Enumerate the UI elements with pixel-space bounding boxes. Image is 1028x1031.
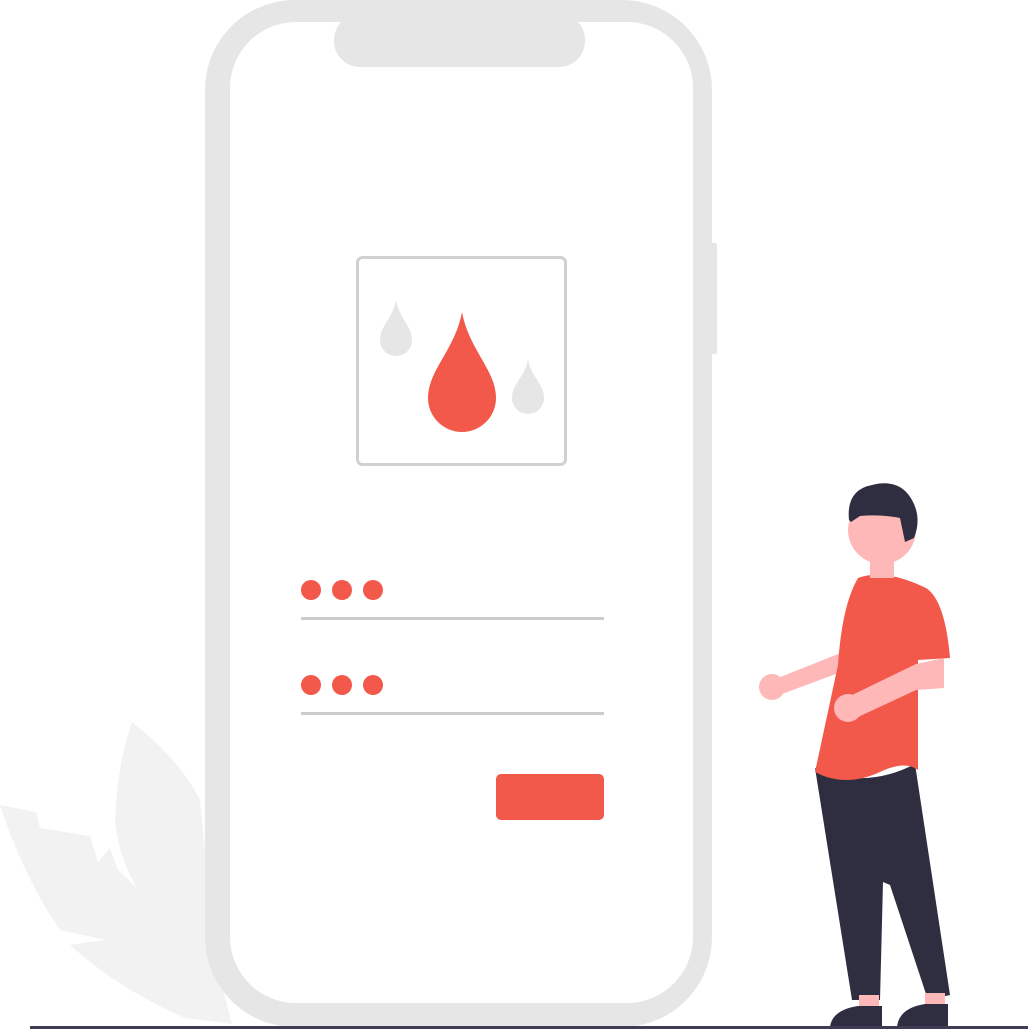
phone-screen <box>230 22 693 1003</box>
illustration-canvas <box>0 0 1028 1029</box>
person-hand-front <box>834 694 862 722</box>
person-shoe-right <box>897 1004 948 1027</box>
person-shoe-left <box>830 1006 882 1027</box>
person <box>759 483 950 1027</box>
plant-leaves <box>0 722 232 1024</box>
person-hand-back <box>759 674 785 700</box>
phone <box>205 0 717 1027</box>
ground-line <box>30 1026 1028 1029</box>
password-field-2[interactable] <box>300 670 604 716</box>
person-pants <box>815 764 950 1000</box>
password-field-1[interactable] <box>300 575 604 621</box>
phone-notch <box>334 14 585 67</box>
submit-button[interactable] <box>496 774 604 820</box>
